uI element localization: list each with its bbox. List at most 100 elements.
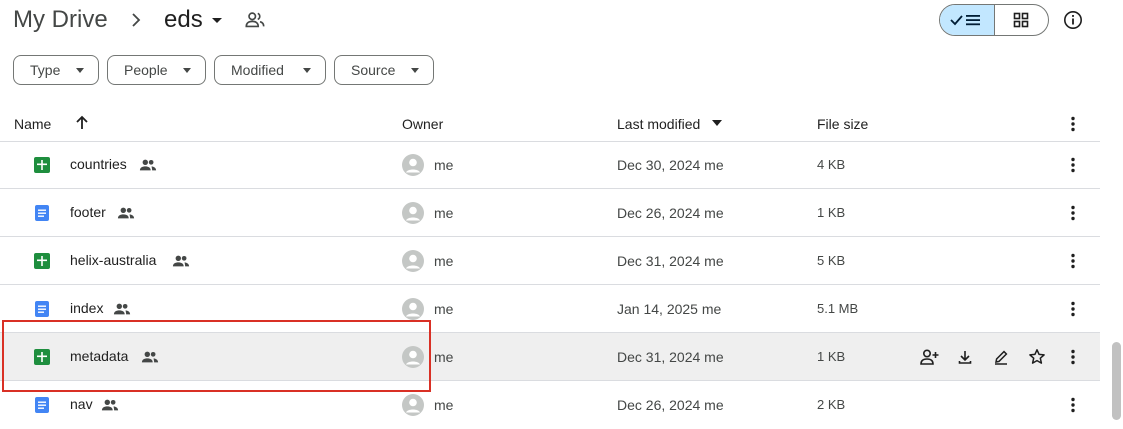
- scrollbar-thumb[interactable]: [1112, 342, 1121, 420]
- more-vert-icon: [1071, 301, 1075, 317]
- owner-name: me: [434, 349, 454, 365]
- sheets-icon: [34, 157, 50, 173]
- owner-name: me: [434, 301, 454, 317]
- more-actions-button[interactable]: [1062, 202, 1084, 224]
- filter-type-chip[interactable]: Type: [13, 55, 99, 85]
- shared-icon: [117, 207, 135, 219]
- last-modified: Dec 31, 2024 me: [617, 253, 724, 269]
- breadcrumb-current-folder[interactable]: eds: [164, 4, 203, 36]
- file-size: 2 KB: [817, 397, 846, 412]
- edit-pencil-icon: [995, 350, 1008, 365]
- file-name: metadata: [70, 348, 129, 364]
- docs-icon: [35, 205, 49, 221]
- shared-folder-icon: [245, 12, 265, 28]
- filter-people-chip[interactable]: People: [107, 55, 206, 85]
- owner-avatar-icon: [402, 202, 424, 224]
- caret-down-icon: [76, 67, 84, 73]
- sort-ascending-arrow-icon[interactable]: [74, 114, 90, 132]
- view-toggle: [939, 4, 1049, 36]
- column-header-last-modified[interactable]: Last modified: [617, 115, 700, 133]
- filter-people-label: People: [124, 62, 168, 78]
- owner-name: me: [434, 205, 454, 221]
- last-modified: Dec 26, 2024 me: [617, 205, 724, 221]
- filter-source-chip[interactable]: Source: [334, 55, 434, 85]
- more-vert-icon: [1071, 205, 1075, 221]
- chevron-right-icon: [132, 13, 141, 27]
- column-header-owner[interactable]: Owner: [402, 115, 443, 133]
- last-modified: Jan 14, 2025 me: [617, 301, 722, 317]
- more-vert-icon: [1071, 349, 1075, 365]
- column-header-name[interactable]: Name: [14, 115, 51, 133]
- more-actions-button[interactable]: [1062, 250, 1084, 272]
- file-row[interactable]: footer me Dec 26, 2024 me 1 KB: [0, 189, 1100, 237]
- file-name: index: [70, 300, 104, 316]
- filter-modified-chip[interactable]: Modified: [214, 55, 326, 85]
- more-actions-button[interactable]: [1062, 394, 1084, 416]
- more-actions-button[interactable]: [1062, 346, 1084, 368]
- check-list-icon: [950, 15, 980, 26]
- file-size: 1 KB: [817, 205, 846, 220]
- file-name: countries: [70, 156, 127, 172]
- caret-down-icon: [303, 67, 311, 73]
- owner-name: me: [434, 253, 454, 269]
- file-size: 5 KB: [817, 253, 846, 268]
- more-vert-icon: [1071, 253, 1075, 269]
- filter-type-label: Type: [30, 62, 61, 78]
- sheets-icon: [34, 349, 50, 365]
- shared-icon: [101, 399, 119, 411]
- star-icon: [1029, 349, 1045, 364]
- person-add-icon: [920, 349, 939, 365]
- more-actions-button[interactable]: [1062, 154, 1084, 176]
- caret-down-icon: [183, 67, 191, 73]
- filter-source-label: Source: [351, 62, 396, 78]
- owner-name: me: [434, 157, 454, 173]
- rename-button[interactable]: [990, 346, 1012, 368]
- file-row[interactable]: countries me Dec 30, 2024 me 4 KB: [0, 141, 1100, 189]
- shared-icon: [172, 255, 190, 267]
- file-row[interactable]: nav me Dec 26, 2024 me 2 KB: [0, 381, 1100, 429]
- owner-avatar-icon: [402, 346, 424, 368]
- file-name: helix-australia: [70, 252, 157, 268]
- info-icon: [1064, 11, 1082, 29]
- filter-modified-label: Modified: [231, 62, 284, 78]
- download-button[interactable]: [954, 346, 976, 368]
- owner-avatar-icon: [402, 298, 424, 320]
- share-button[interactable]: [918, 346, 940, 368]
- more-vert-icon: [1071, 397, 1075, 413]
- more-actions-button[interactable]: [1062, 298, 1084, 320]
- column-options-button[interactable]: [1062, 113, 1084, 135]
- shared-icon: [141, 351, 159, 363]
- caret-down-icon[interactable]: [710, 117, 724, 129]
- file-row-hovered[interactable]: metadata me Dec 31, 2024 me 1 KB: [0, 333, 1100, 381]
- file-row[interactable]: helix-australia me Dec 31, 2024 me 5 KB: [0, 237, 1100, 285]
- shared-icon: [113, 303, 131, 315]
- shared-icon: [139, 159, 157, 171]
- list-view-button[interactable]: [940, 5, 995, 35]
- grid-view-button[interactable]: [995, 5, 1049, 35]
- file-name: footer: [70, 204, 106, 220]
- owner-avatar-icon: [402, 154, 424, 176]
- download-icon: [958, 351, 972, 364]
- file-size: 5.1 MB: [817, 301, 859, 316]
- docs-icon: [35, 301, 49, 317]
- owner-avatar-icon: [402, 394, 424, 416]
- last-modified: Dec 31, 2024 me: [617, 349, 724, 365]
- file-row[interactable]: index me Jan 14, 2025 me 5.1 MB: [0, 285, 1100, 333]
- caret-down-icon[interactable]: [209, 10, 225, 30]
- last-modified: Dec 26, 2024 me: [617, 397, 724, 413]
- owner-name: me: [434, 397, 454, 413]
- breadcrumb-my-drive[interactable]: My Drive: [13, 4, 108, 36]
- file-size: 4 KB: [817, 157, 846, 172]
- sheets-icon: [34, 253, 50, 269]
- more-vert-icon: [1071, 116, 1075, 132]
- file-name: nav: [70, 396, 93, 412]
- file-size: 1 KB: [817, 349, 846, 364]
- grid-icon: [1013, 12, 1029, 28]
- last-modified: Dec 30, 2024 me: [617, 157, 724, 173]
- owner-avatar-icon: [402, 250, 424, 272]
- column-header-file-size[interactable]: File size: [817, 115, 868, 133]
- more-vert-icon: [1071, 157, 1075, 173]
- star-button[interactable]: [1026, 346, 1048, 368]
- docs-icon: [35, 397, 49, 413]
- details-button[interactable]: [1060, 7, 1086, 33]
